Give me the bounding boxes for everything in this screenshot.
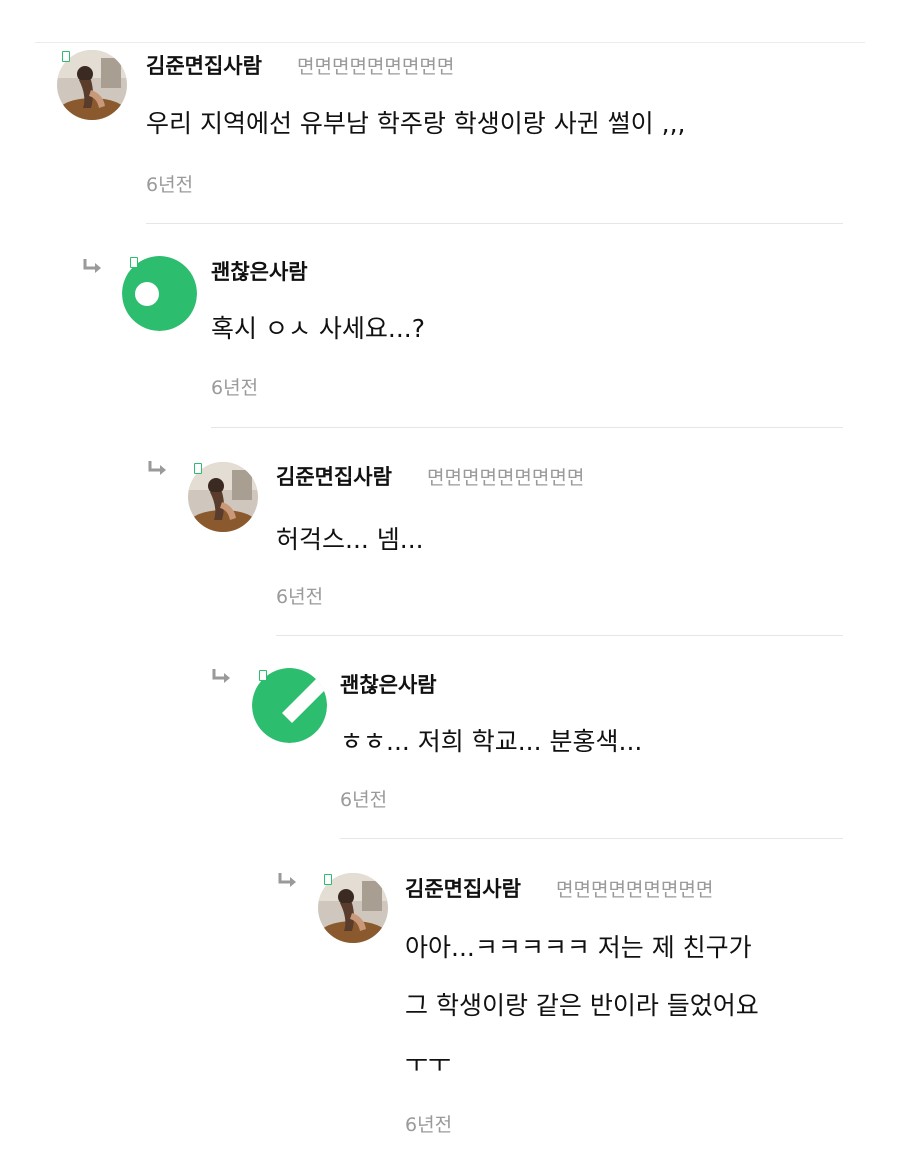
comment-divider — [211, 427, 843, 428]
comment-text-line-2: 그 학생이랑 같은 반이라 들었어요 — [405, 991, 759, 1020]
comment-time: 6년전 — [146, 174, 194, 196]
comment-text-line-3: ㅜㅜ — [405, 1049, 452, 1078]
comment-time: 6년전 — [340, 789, 388, 811]
comment-author-subname: 면면면면면면면면면 — [556, 879, 714, 901]
comment-author[interactable]: 괜찮은사람 — [211, 256, 308, 286]
reply-arrow-icon — [83, 259, 101, 273]
comment-divider — [146, 223, 843, 224]
comment-text: 혹시 ㅇㅅ 사세요...? — [211, 314, 426, 343]
reply-arrow-icon — [212, 669, 230, 683]
comment-divider — [276, 635, 843, 636]
level-badge-icon — [194, 463, 202, 474]
comment-author-subname: 면면면면면면면면면 — [297, 56, 455, 78]
level-badge-icon — [62, 51, 70, 62]
top-divider — [35, 42, 865, 43]
comment-author-subname: 면면면면면면면면면 — [427, 467, 585, 489]
comment-text: ㅎㅎ... 저희 학교... 분홍색... — [340, 727, 643, 756]
comment-text: 우리 지역에선 유부남 학주랑 학생이랑 사귄 썰이 ,,, — [146, 109, 686, 138]
comment-time: 6년전 — [276, 586, 324, 608]
comment-author[interactable]: 김준면집사람 — [405, 873, 521, 903]
comment-text: 허걱스... 넴... — [276, 525, 424, 554]
reply-arrow-icon — [148, 461, 166, 475]
comment-author[interactable]: 김준면집사람 — [276, 461, 392, 491]
comment-text-line-1: 아아...ㅋㅋㅋㅋㅋ 저는 제 친구가 — [405, 933, 752, 962]
comment-author[interactable]: 김준면집사람 — [146, 50, 262, 80]
reply-arrow-icon — [278, 873, 296, 887]
comment-time: 6년전 — [405, 1114, 453, 1136]
comment-time: 6년전 — [211, 377, 259, 399]
level-badge-icon — [324, 874, 332, 885]
comment-author[interactable]: 괜찮은사람 — [340, 669, 437, 699]
comment-divider — [340, 838, 843, 839]
level-badge-icon — [130, 257, 138, 268]
level-badge-icon — [259, 670, 267, 681]
